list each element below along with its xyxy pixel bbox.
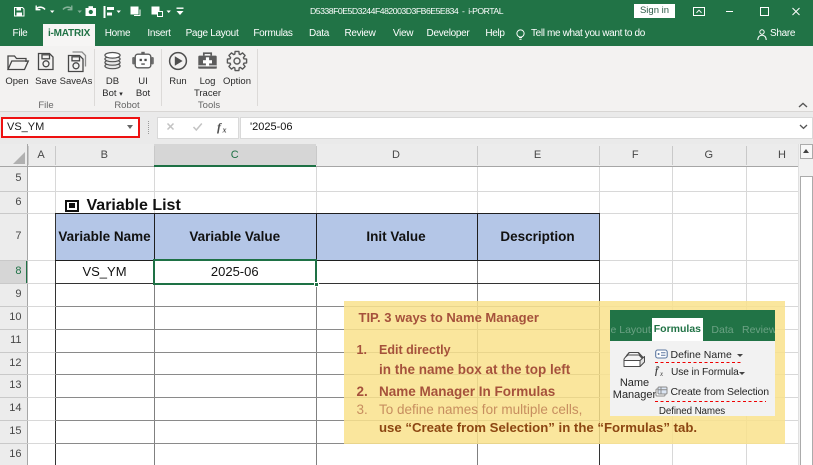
svg-text:x: x bbox=[659, 370, 664, 377]
svg-text:f: f bbox=[655, 366, 659, 376]
svg-text:f: f bbox=[217, 120, 222, 134]
svg-text:x: x bbox=[222, 126, 227, 135]
